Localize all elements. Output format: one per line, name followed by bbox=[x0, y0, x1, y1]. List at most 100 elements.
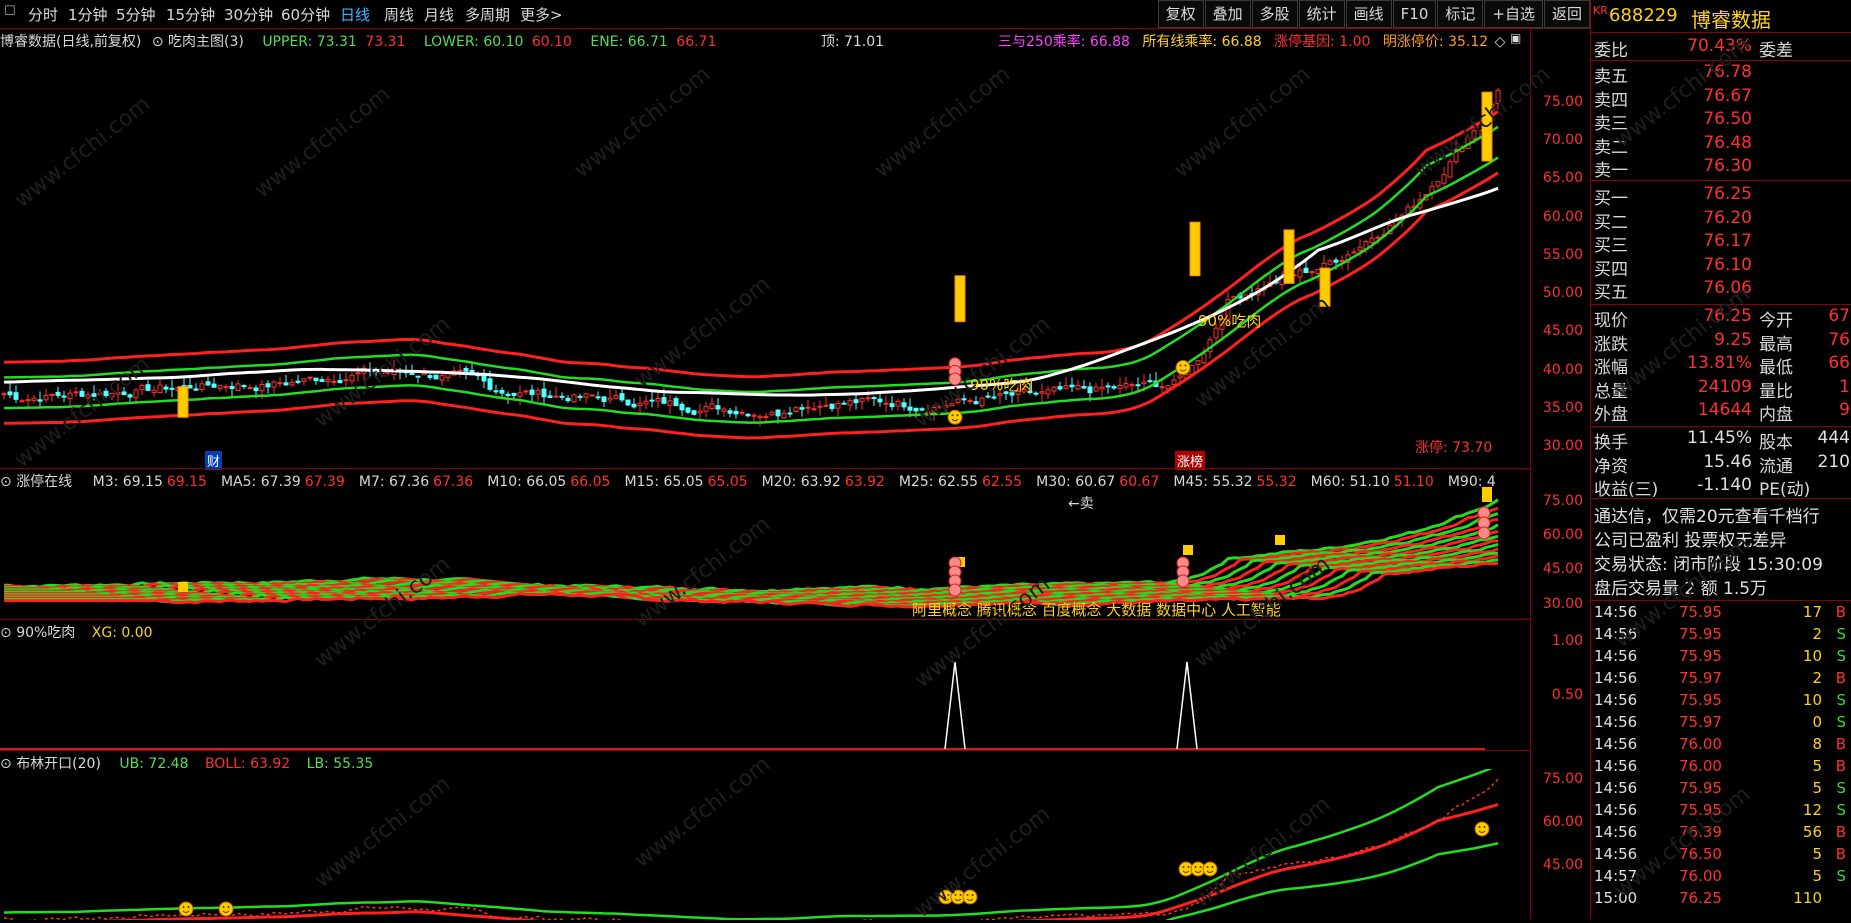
trade-time: 14:56 bbox=[1594, 647, 1638, 665]
period-tab-9[interactable]: 多周期 bbox=[465, 4, 510, 25]
signal-ball-icon bbox=[1176, 574, 1190, 588]
signal-ball-icon bbox=[1477, 526, 1491, 540]
trade-side: S bbox=[1836, 691, 1846, 709]
bid-row[interactable]: 买二 76.20 bbox=[1591, 208, 1851, 233]
period-tab-5[interactable]: 60分钟 bbox=[281, 4, 330, 25]
ad-text-1[interactable]: 通达信，仅需20元查看千档行 bbox=[1594, 502, 1820, 527]
trade-price: 75.95 bbox=[1679, 779, 1722, 797]
pane-maximize-icon[interactable]: ▣ bbox=[1510, 31, 1521, 45]
pane3-axis: 1.00 0.50 bbox=[1530, 619, 1591, 750]
axis-tick: 55.00 bbox=[1542, 247, 1583, 263]
stat-value-2: 9 bbox=[1839, 400, 1850, 420]
stat-value: 13.81% bbox=[1687, 353, 1752, 373]
pane2-axis: 75.00 60.00 45.00 30.00 bbox=[1530, 468, 1591, 619]
bid-label: 买三 bbox=[1594, 236, 1628, 256]
toolbar-button-4[interactable]: 画线 bbox=[1345, 0, 1392, 28]
toolbar-button-1[interactable]: 叠加 bbox=[1204, 0, 1251, 28]
axis-tick: 1.00 bbox=[1551, 633, 1583, 649]
trade-price: 75.95 bbox=[1679, 691, 1722, 709]
axis-tick: 30.00 bbox=[1542, 596, 1583, 612]
period-tab-8[interactable]: 月线 bbox=[424, 4, 454, 25]
toolbar-button-3[interactable]: 统计 bbox=[1298, 0, 1345, 28]
axis-tick: 45.00 bbox=[1542, 561, 1583, 577]
bid-label: 买四 bbox=[1594, 259, 1628, 280]
stat-row[interactable]: 涨跌 9.25 最高 76 bbox=[1591, 330, 1851, 355]
trade-volume: 10 bbox=[1802, 691, 1822, 709]
signal-spike bbox=[1176, 661, 1198, 750]
weibi-label: 委比 bbox=[1594, 41, 1628, 61]
bid-label: 买五 bbox=[1594, 283, 1628, 303]
trade-side: S bbox=[1836, 647, 1846, 665]
ask-label: 卖四 bbox=[1594, 90, 1628, 111]
stat-label: 外盘 bbox=[1594, 405, 1628, 425]
trade-volume: 8 bbox=[1812, 735, 1822, 753]
limit-up-bar bbox=[1275, 535, 1285, 545]
stat2-row[interactable]: 换手 11.45% 股本 444 bbox=[1591, 428, 1851, 453]
stat2-value-2: 444 bbox=[1817, 428, 1850, 448]
period-tab-4[interactable]: 30分钟 bbox=[224, 4, 273, 25]
stat-row[interactable]: 外盘 14644 内盘 9 bbox=[1591, 400, 1851, 425]
ad-text-2[interactable]: 公司已盈利 投票权无差异 bbox=[1594, 526, 1786, 551]
bid-row[interactable]: 买四 76.10 bbox=[1591, 255, 1851, 280]
toolbar-button-0[interactable]: 复权 bbox=[1157, 0, 1204, 28]
eat-meat-signal-pane[interactable]: ⊙ 90%吃肉 XG: 0.00 bbox=[0, 619, 1530, 751]
ask-row[interactable]: 卖四 76.67 bbox=[1591, 86, 1851, 111]
period-tab-10[interactable]: 更多> bbox=[520, 4, 563, 25]
period-tab-1[interactable]: 1分钟 bbox=[68, 4, 108, 25]
axis-tick: 0.50 bbox=[1551, 687, 1583, 703]
toolbar-button-5[interactable]: F10 bbox=[1392, 0, 1437, 28]
trade-price: 76.00 bbox=[1679, 735, 1722, 753]
stat-label-2: 今开 bbox=[1759, 311, 1793, 331]
trade-time: 14:56 bbox=[1594, 779, 1638, 797]
bollinger-chart[interactable] bbox=[0, 769, 1530, 920]
toolbar-button-7[interactable]: +自选 bbox=[1484, 0, 1543, 28]
bid-value: 76.25 bbox=[1703, 184, 1752, 204]
trade-side: S bbox=[1836, 625, 1846, 643]
trade-side: B bbox=[1835, 757, 1846, 775]
stat2-row[interactable]: 净资 15.46 流通 210 bbox=[1591, 452, 1851, 477]
stat2-row[interactable]: 收益(三) -1.140 PE(动) bbox=[1591, 475, 1851, 500]
indicator-name[interactable]: 吃肉主图(3) bbox=[168, 34, 244, 50]
trade-time: 14:56 bbox=[1594, 713, 1638, 731]
axis-tick: 60.00 bbox=[1542, 209, 1583, 225]
bid-row[interactable]: 买三 76.17 bbox=[1591, 231, 1851, 256]
trade-volume: 12 bbox=[1802, 801, 1822, 819]
period-tab-7[interactable]: 周线 bbox=[384, 4, 414, 25]
toolbar-button-6[interactable]: 标记 bbox=[1437, 0, 1484, 28]
ask-value: 76.50 bbox=[1703, 109, 1752, 129]
trade-row: 14:56 75.97 0 S bbox=[1591, 713, 1851, 735]
menu-square-icon[interactable]: ☐ bbox=[4, 4, 16, 19]
trade-volume: 5 bbox=[1812, 867, 1822, 885]
top-value-label: 顶: 71.01 bbox=[820, 34, 885, 50]
trade-side: B bbox=[1835, 845, 1846, 863]
main-chart-pane[interactable]: 博睿数据(日线,前复权) ⊙ 吃肉主图(3) UPPER: 73.31 73.3… bbox=[0, 28, 1530, 470]
smiley-icon bbox=[1474, 821, 1490, 837]
period-tab-0[interactable]: 分时 bbox=[28, 4, 58, 25]
period-tab-6[interactable]: 日线 bbox=[340, 4, 370, 25]
bid-value: 76.17 bbox=[1703, 231, 1752, 251]
suoyou-label: 所有线乘率: 66.88 bbox=[1142, 34, 1262, 50]
ma-fan-chart[interactable] bbox=[0, 487, 1530, 620]
indicator-dropdown-icon[interactable]: ⊙ bbox=[152, 34, 164, 50]
period-tab-2[interactable]: 5分钟 bbox=[116, 4, 156, 25]
trade-volume: 2 bbox=[1812, 669, 1822, 687]
signal-ball-icon bbox=[948, 583, 962, 597]
stat-value: 14644 bbox=[1697, 400, 1752, 420]
trade-side: B bbox=[1835, 603, 1846, 621]
trade-price: 76.00 bbox=[1679, 867, 1722, 885]
axis-tick: 35.00 bbox=[1542, 400, 1583, 416]
stat-value-2: 66 bbox=[1828, 353, 1850, 373]
trade-volume: 5 bbox=[1812, 757, 1822, 775]
toolbar-button-8[interactable]: 返回 bbox=[1543, 0, 1590, 28]
bid-row[interactable]: 买一 76.25 bbox=[1591, 184, 1851, 209]
sell-arrow-label: ←卖 bbox=[1068, 496, 1094, 512]
toolbar-button-2[interactable]: 多股 bbox=[1251, 0, 1298, 28]
period-tab-3[interactable]: 15分钟 bbox=[166, 4, 215, 25]
candlestick-chart[interactable] bbox=[0, 53, 1530, 467]
smiley-icon bbox=[178, 901, 194, 917]
signal-chart[interactable] bbox=[0, 638, 1530, 751]
ask-row[interactable]: 卖一 76.30 bbox=[1591, 156, 1851, 181]
limit-up-bar bbox=[1183, 545, 1193, 555]
period-bar: ☐ 分时 1分钟 5分钟 15分钟 30分钟 60分钟 日线 周线 月线 多周期 更多> 复权 叠加多… bbox=[0, 0, 1590, 29]
trade-row: 14:56 76.50 5 B bbox=[1591, 845, 1851, 867]
